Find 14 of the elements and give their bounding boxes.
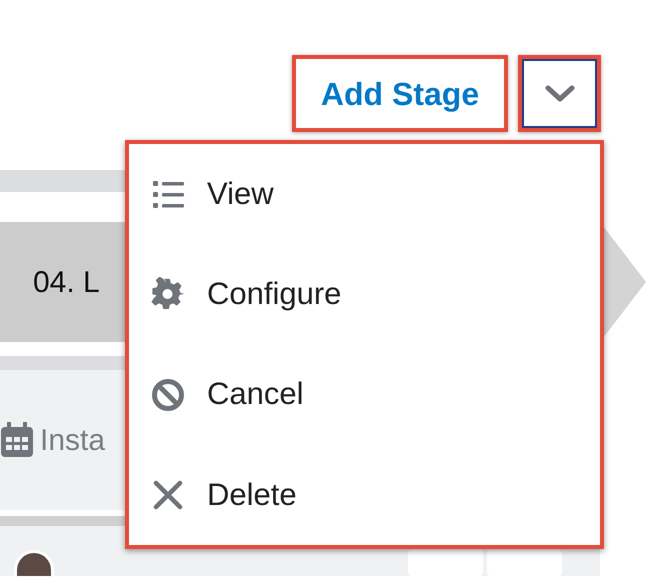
menu-item[interactable]: View xyxy=(129,170,280,218)
prohibited-icon xyxy=(151,378,185,412)
avatar xyxy=(14,550,54,576)
record-text: Insta xyxy=(40,422,106,458)
action-button[interactable] xyxy=(487,550,562,576)
menu-item[interactable]: Configure xyxy=(129,270,348,319)
action-button[interactable] xyxy=(408,550,483,576)
caret-icon xyxy=(544,84,574,102)
add-stage-button[interactable]: Add Stage xyxy=(292,55,508,132)
settings-icon xyxy=(151,277,185,312)
stage-label: 04. L xyxy=(33,264,100,300)
menu-item[interactable]: Delete xyxy=(129,470,303,520)
dropdown-toggle-button[interactable] xyxy=(518,55,601,132)
menu-item[interactable]: Cancel xyxy=(129,370,310,419)
